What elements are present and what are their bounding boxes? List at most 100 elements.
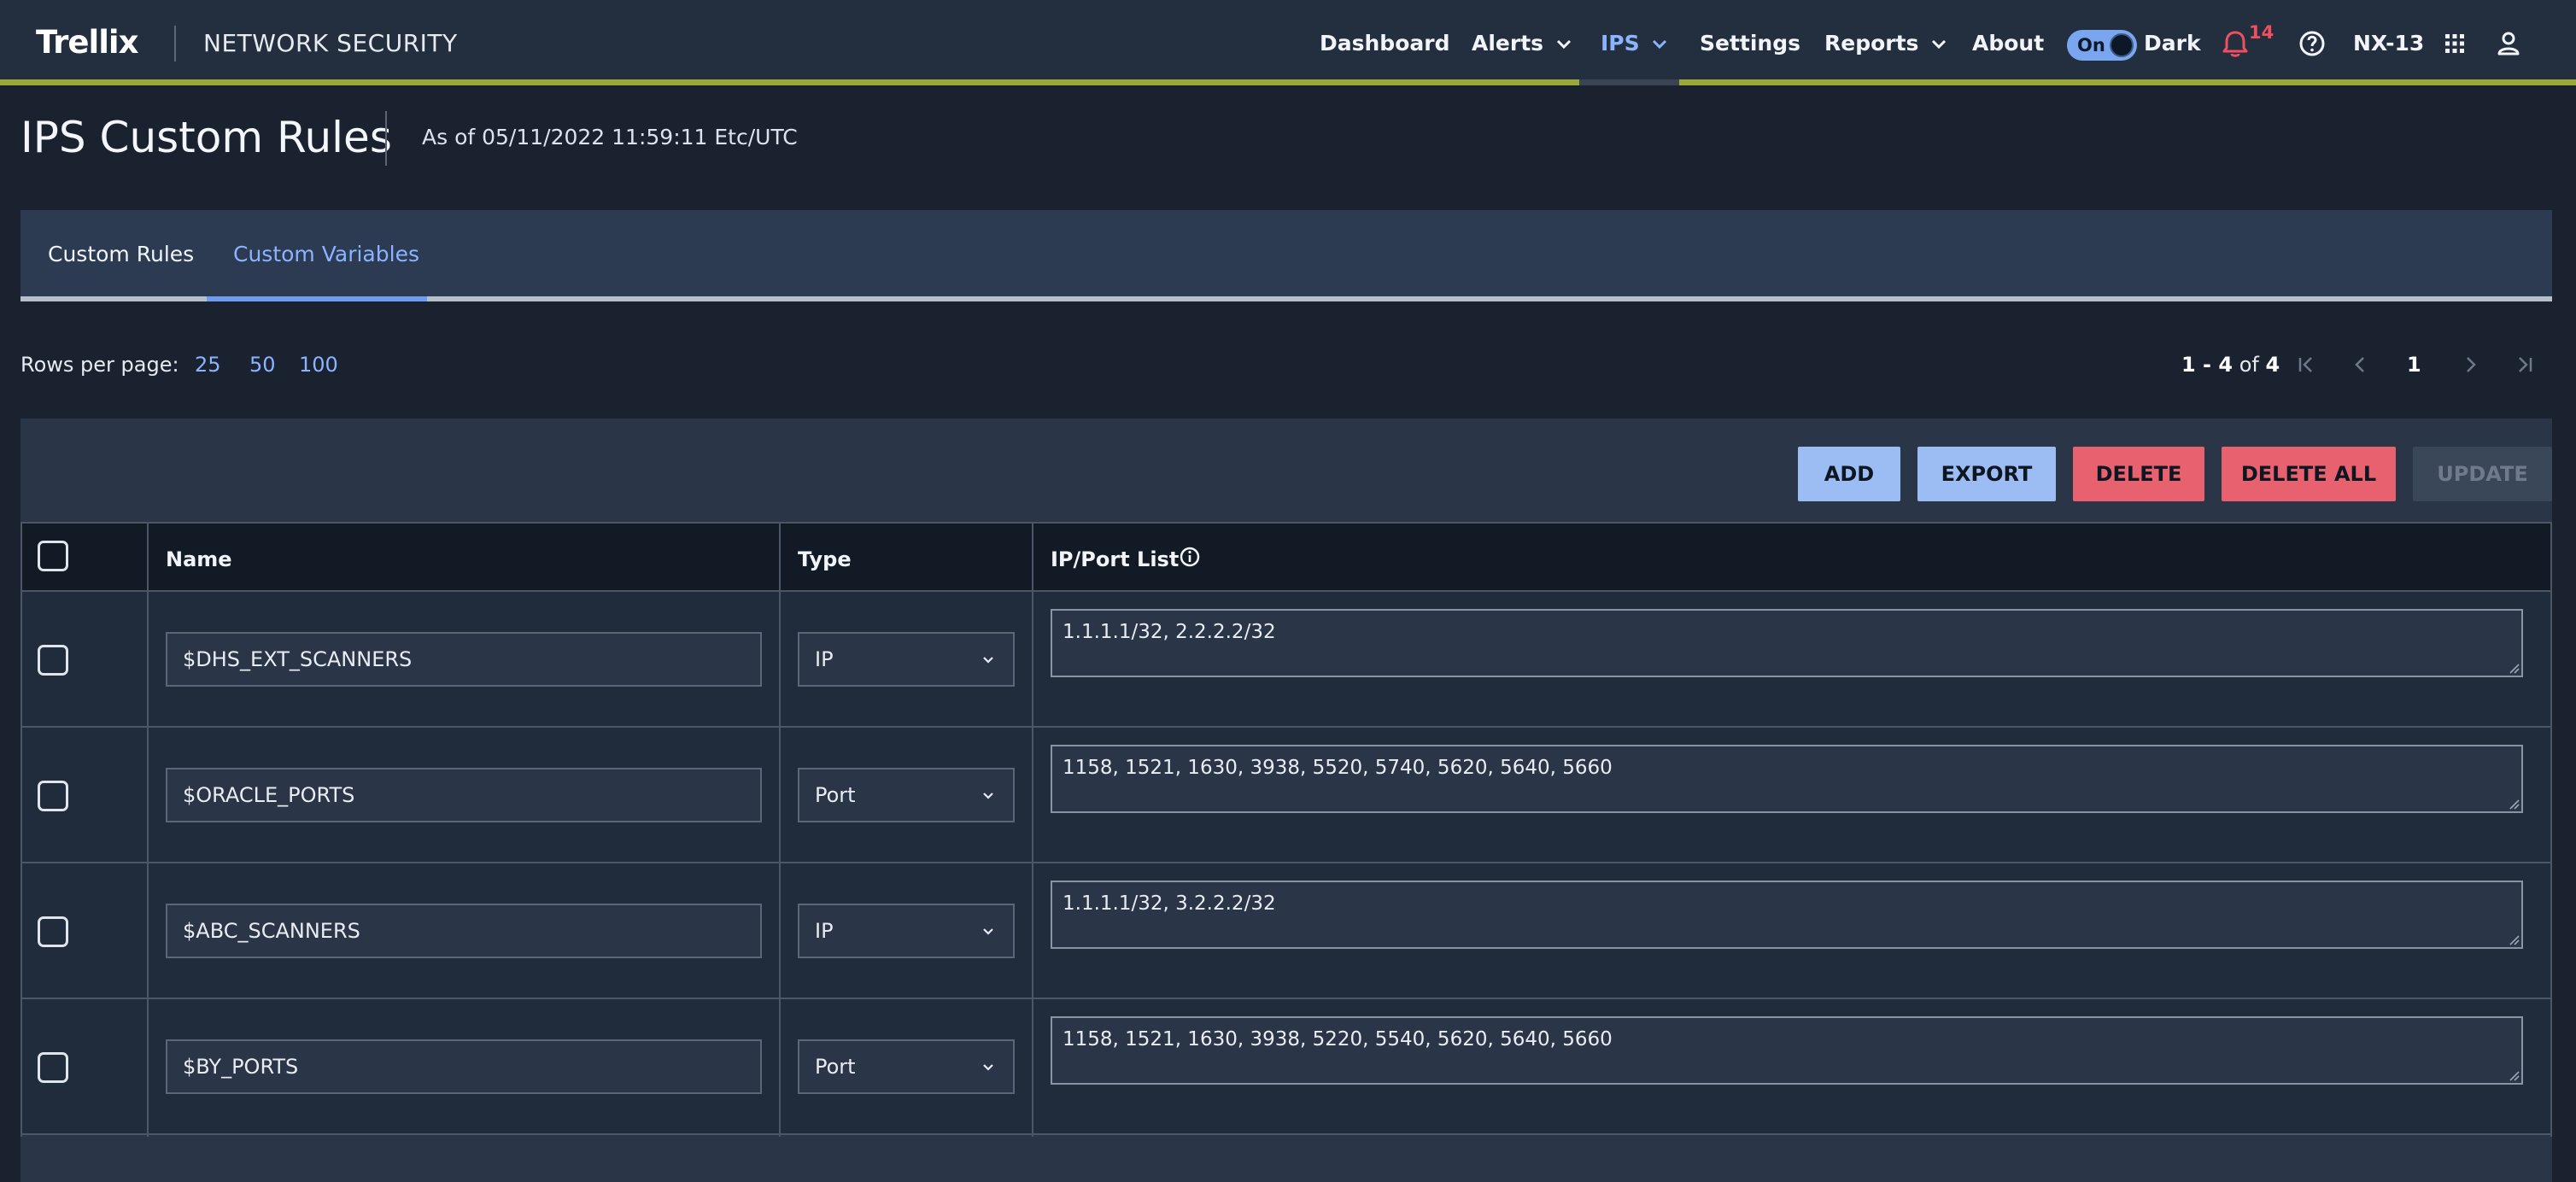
toggle-label: On xyxy=(2077,35,2105,56)
tab-active-indicator xyxy=(207,296,427,301)
select-all-checkbox[interactable] xyxy=(38,541,68,571)
variable-name-input[interactable]: $ORACLE_PORTS xyxy=(166,768,762,822)
export-button[interactable]: EXPORT xyxy=(1917,447,2056,501)
chevron-down-icon xyxy=(1932,39,1947,50)
product-name: NETWORK SECURITY xyxy=(203,29,458,57)
title-divider xyxy=(385,111,387,166)
variable-name-input[interactable]: $BY_PORTS xyxy=(166,1039,762,1094)
type-value: Port xyxy=(815,783,856,807)
chevron-down-icon xyxy=(1556,39,1571,50)
row-checkbox[interactable] xyxy=(38,781,68,811)
ip-port-list-textarea[interactable]: 1158, 1521, 1630, 3938, 5520, 5740, 5620… xyxy=(1051,745,2523,813)
last-page-icon[interactable] xyxy=(2510,350,2539,379)
delete-button[interactable]: DELETE xyxy=(2073,447,2204,501)
nav-label: IPS xyxy=(1601,31,1640,56)
list-value: 1.1.1.1/32, 2.2.2.2/32 xyxy=(1063,621,1276,643)
nav-active-indicator xyxy=(1579,79,1679,85)
nav-label: Alerts xyxy=(1472,31,1544,56)
column-divider xyxy=(147,522,149,1137)
nav-reports[interactable]: Reports xyxy=(1824,26,1947,61)
nav-about[interactable]: About xyxy=(1972,26,2044,61)
brand-logo[interactable]: Trellix xyxy=(36,19,138,67)
prev-page-icon[interactable] xyxy=(2346,350,2375,379)
ip-port-list-textarea[interactable]: 1.1.1.1/32, 3.2.2.2/32 xyxy=(1051,881,2523,949)
rows-per-page-25[interactable]: 25 xyxy=(195,352,221,377)
last-updated-timestamp: As of 05/11/2022 11:59:11 Etc/UTC xyxy=(422,125,798,149)
table-header: Name Type IP/Port List xyxy=(20,522,2552,592)
tab-custom-variables[interactable]: Custom Variables xyxy=(233,210,419,301)
brand-divider xyxy=(174,26,176,61)
range-total: 4 xyxy=(2265,353,2280,377)
dark-mode-toggle[interactable]: On xyxy=(2067,30,2137,61)
table-row: $DHS_EXT_SCANNERS IP 1.1.1.1/32, 2.2.2.2… xyxy=(20,592,2552,728)
apps-grid-icon[interactable] xyxy=(2435,24,2474,63)
variable-type-select[interactable]: Port xyxy=(798,768,1015,822)
nav-label: About xyxy=(1972,31,2045,56)
column-header-list[interactable]: IP/Port List xyxy=(1051,524,1200,592)
type-value: IP xyxy=(815,919,834,943)
resize-handle-icon[interactable] xyxy=(2506,932,2520,945)
toggle-knob xyxy=(2110,33,2134,57)
variable-type-select[interactable]: IP xyxy=(798,632,1015,687)
chevron-down-icon xyxy=(983,928,993,935)
tab-bar: Custom Rules Custom Variables xyxy=(20,210,2552,301)
row-checkbox[interactable] xyxy=(38,1052,68,1083)
column-divider xyxy=(2550,522,2552,1137)
update-button[interactable]: UPDATE xyxy=(2413,447,2552,501)
chevron-down-icon xyxy=(983,657,993,664)
type-value: Port xyxy=(815,1055,856,1079)
current-page-number[interactable]: 1 xyxy=(2407,352,2421,377)
resize-handle-icon[interactable] xyxy=(2506,1068,2520,1081)
table-row: $ABC_SCANNERS IP 1.1.1.1/32, 3.2.2.2/32 xyxy=(20,863,2552,999)
nav-ips[interactable]: IPS xyxy=(1601,26,1667,61)
list-value: 1.1.1.1/32, 3.2.2.2/32 xyxy=(1063,892,1276,915)
list-value: 1158, 1521, 1630, 3938, 5520, 5740, 5620… xyxy=(1063,757,1613,779)
first-page-icon[interactable] xyxy=(2292,350,2321,379)
nav-alerts[interactable]: Alerts xyxy=(1472,26,1572,61)
variable-type-select[interactable]: IP xyxy=(798,904,1015,958)
row-checkbox[interactable] xyxy=(38,916,68,947)
type-value: IP xyxy=(815,647,834,671)
pagination-range: 1 - 4 of 4 xyxy=(2181,352,2280,377)
theme-label: Dark xyxy=(2144,31,2201,56)
resize-handle-icon[interactable] xyxy=(2506,660,2520,674)
column-header-name[interactable]: Name xyxy=(166,524,232,592)
column-divider xyxy=(779,522,781,1137)
ip-port-list-textarea[interactable]: 1158, 1521, 1630, 3938, 5220, 5540, 5620… xyxy=(1051,1016,2523,1085)
appliance-name[interactable]: NX-13 xyxy=(2353,26,2424,61)
column-header-type[interactable]: Type xyxy=(798,524,852,592)
resize-handle-icon[interactable] xyxy=(2506,796,2520,810)
chevron-down-icon xyxy=(983,793,993,799)
info-icon[interactable] xyxy=(1179,546,1201,568)
list-value: 1158, 1521, 1630, 3938, 5220, 5540, 5620… xyxy=(1063,1028,1613,1050)
help-icon[interactable] xyxy=(2292,24,2332,63)
page-title: IPS Custom Rules xyxy=(20,113,392,162)
column-header-label: IP/Port List xyxy=(1051,547,1180,571)
range-value: 1 - 4 xyxy=(2181,353,2234,377)
column-divider xyxy=(1032,522,1033,1137)
ip-port-list-textarea[interactable]: 1.1.1.1/32, 2.2.2.2/32 xyxy=(1051,609,2523,677)
user-icon[interactable] xyxy=(2489,24,2528,63)
row-checkbox[interactable] xyxy=(38,645,68,676)
nav-settings[interactable]: Settings xyxy=(1700,26,1800,61)
column-divider xyxy=(20,522,22,1137)
custom-variables-card: ADD EXPORT DELETE DELETE ALL UPDATE Name… xyxy=(20,418,2552,1182)
notification-count: 14 xyxy=(2249,22,2274,43)
chevron-down-icon xyxy=(983,1064,993,1071)
rows-per-page-100[interactable]: 100 xyxy=(299,352,338,377)
range-of-label: of xyxy=(2239,353,2259,377)
next-page-icon[interactable] xyxy=(2456,350,2485,379)
variable-type-select[interactable]: Port xyxy=(798,1039,1015,1094)
tab-custom-rules[interactable]: Custom Rules xyxy=(48,210,194,301)
rows-per-page-label: Rows per page: xyxy=(20,353,179,377)
top-navigation-bar: Trellix NETWORK SECURITY Dashboard Alert… xyxy=(0,0,2576,85)
add-button[interactable]: ADD xyxy=(1798,447,1900,501)
nav-dashboard[interactable]: Dashboard xyxy=(1320,26,1449,61)
variable-name-input[interactable]: $ABC_SCANNERS xyxy=(166,904,762,958)
variable-name-input[interactable]: $DHS_EXT_SCANNERS xyxy=(166,632,762,687)
nav-label: Reports xyxy=(1824,31,1919,56)
rows-per-page-50[interactable]: 50 xyxy=(249,352,276,377)
nav-label: Dashboard xyxy=(1320,31,1450,56)
delete-all-button[interactable]: DELETE ALL xyxy=(2222,447,2396,501)
table-row: $BY_PORTS Port 1158, 1521, 1630, 3938, 5… xyxy=(20,999,2552,1135)
